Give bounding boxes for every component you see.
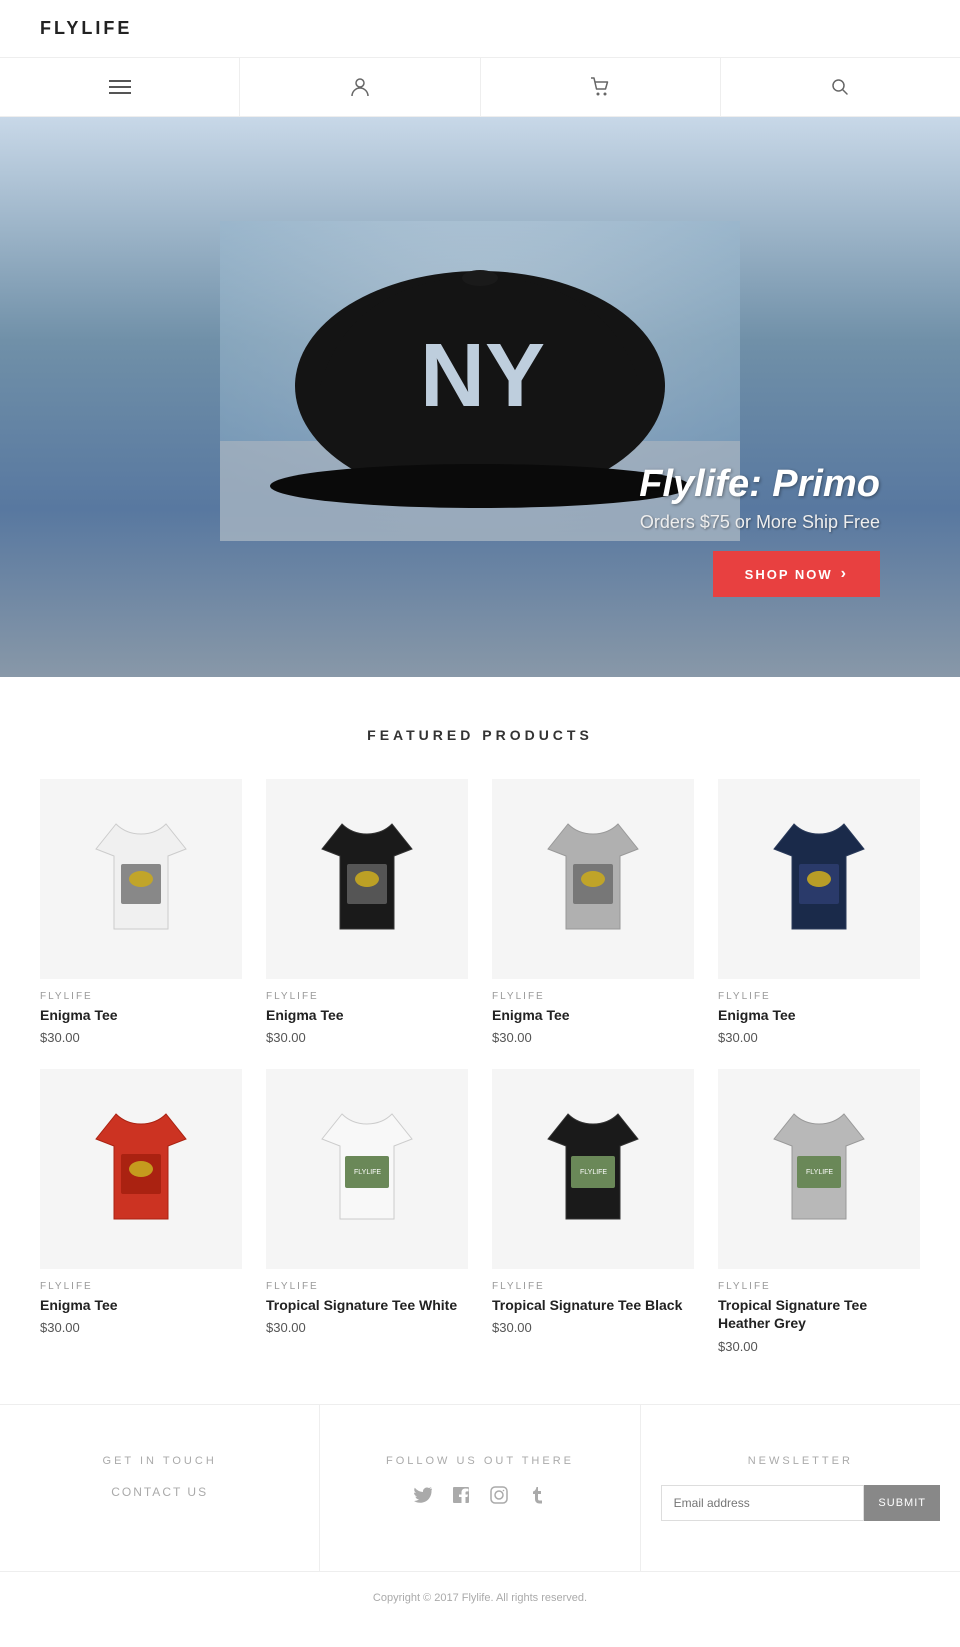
- svg-text:FLYLIFE: FLYLIFE: [806, 1169, 833, 1176]
- product-price-3: $30.00: [492, 1030, 694, 1045]
- hero-section: NY Flylife: Primo Orders $75 or More Shi…: [0, 117, 960, 677]
- product-brand-2: FLYLIFE: [266, 991, 468, 1002]
- tshirt-svg-black: [312, 814, 422, 944]
- shop-now-button[interactable]: ShOP NOW ›: [713, 551, 880, 597]
- footer-newsletter-heading: NEWSLETTER: [661, 1455, 940, 1467]
- copyright: Copyright © 2017 Flylife. All rights res…: [0, 1571, 960, 1624]
- product-name-3: Enigma Tee: [492, 1006, 694, 1024]
- svg-text:NY: NY: [420, 326, 545, 426]
- newsletter-form: SUBMIT: [661, 1485, 940, 1521]
- product-price-8: $30.00: [718, 1339, 920, 1354]
- product-name-8: Tropical Signature Tee Heather Grey: [718, 1296, 920, 1332]
- product-image-6: FLYLIFE: [266, 1069, 468, 1269]
- svg-text:FLYLIFE: FLYLIFE: [354, 1169, 381, 1176]
- product-brand-1: FLYLIFE: [40, 991, 242, 1002]
- account-icon: [349, 76, 371, 98]
- product-name-6: Tropical Signature Tee White: [266, 1296, 468, 1314]
- email-input[interactable]: [661, 1485, 865, 1521]
- product-price-1: $30.00: [40, 1030, 242, 1045]
- product-name-2: Enigma Tee: [266, 1006, 468, 1024]
- contact-us-link[interactable]: CONTACT US: [20, 1485, 299, 1499]
- product-card-7[interactable]: FLYLIFE FLYLIFE Tropical Signature Tee B…: [492, 1069, 694, 1353]
- product-image-3: [492, 779, 694, 979]
- product-price-6: $30.00: [266, 1320, 468, 1335]
- product-card-4[interactable]: FLYLIFE Enigma Tee $30.00: [718, 779, 920, 1045]
- products-grid: FLYLIFE Enigma Tee $30.00 FLYLIFE Enigma…: [40, 779, 920, 1354]
- product-card-1[interactable]: FLYLIFE Enigma Tee $30.00: [40, 779, 242, 1045]
- submit-button[interactable]: SUBMIT: [864, 1485, 940, 1521]
- shop-now-label: ShOP NOW: [745, 567, 833, 582]
- social-links: [340, 1485, 619, 1511]
- featured-products-section: FEATURED PRODUCTS FLYLIFE Enigma Tee $30…: [0, 677, 960, 1404]
- product-card-2[interactable]: FLYLIFE Enigma Tee $30.00: [266, 779, 468, 1045]
- arrow-icon: ›: [841, 565, 848, 583]
- footer-contact-heading: GET IN TOUCH: [20, 1455, 299, 1467]
- facebook-icon[interactable]: [451, 1485, 471, 1511]
- product-card-8[interactable]: FLYLIFE FLYLIFE Tropical Signature Tee H…: [718, 1069, 920, 1353]
- tshirt-svg-white: [86, 814, 196, 944]
- footer-social-col: FOLLOW US OUT THERE: [320, 1405, 640, 1571]
- tshirt-svg-tropical-black: FLYLIFE: [538, 1104, 648, 1234]
- product-price-2: $30.00: [266, 1030, 468, 1045]
- hero-content: Flylife: Primo Orders $75 or More Ship F…: [639, 463, 880, 597]
- product-brand-8: FLYLIFE: [718, 1281, 920, 1292]
- product-card-3[interactable]: FLYLIFE Enigma Tee $30.00: [492, 779, 694, 1045]
- svg-text:FLYLIFE: FLYLIFE: [580, 1169, 607, 1176]
- product-image-8: FLYLIFE: [718, 1069, 920, 1269]
- product-name-4: Enigma Tee: [718, 1006, 920, 1024]
- product-brand-3: FLYLIFE: [492, 991, 694, 1002]
- product-card-5[interactable]: FLYLIFE Enigma Tee $30.00: [40, 1069, 242, 1353]
- product-brand-6: FLYLIFE: [266, 1281, 468, 1292]
- tshirt-svg-tropical-white: FLYLIFE: [312, 1104, 422, 1234]
- footer-columns: GET IN TOUCH CONTACT US FOLLOW US OUT TH…: [0, 1404, 960, 1571]
- product-price-4: $30.00: [718, 1030, 920, 1045]
- product-image-1: [40, 779, 242, 979]
- product-name-5: Enigma Tee: [40, 1296, 242, 1314]
- footer: GET IN TOUCH CONTACT US FOLLOW US OUT TH…: [0, 1404, 960, 1624]
- footer-social-heading: FOLLOW US OUT THERE: [340, 1455, 619, 1467]
- product-card-6[interactable]: FLYLIFE FLYLIFE Tropical Signature Tee W…: [266, 1069, 468, 1353]
- instagram-icon[interactable]: [489, 1485, 509, 1511]
- product-image-5: [40, 1069, 242, 1269]
- nav-menu[interactable]: [0, 58, 240, 116]
- search-icon: [830, 77, 850, 97]
- hero-subtitle: Orders $75 or More Ship Free: [639, 512, 880, 533]
- cart-icon: [589, 76, 611, 98]
- footer-contact-col: GET IN TOUCH CONTACT US: [0, 1405, 320, 1571]
- product-image-7: FLYLIFE: [492, 1069, 694, 1269]
- product-name-7: Tropical Signature Tee Black: [492, 1296, 694, 1314]
- nav-account[interactable]: [240, 58, 480, 116]
- twitter-icon[interactable]: [413, 1485, 433, 1511]
- product-name-1: Enigma Tee: [40, 1006, 242, 1024]
- product-image-2: [266, 779, 468, 979]
- nav-bar: [0, 58, 960, 117]
- tshirt-svg-tropical-grey: FLYLIFE: [764, 1104, 874, 1234]
- logo[interactable]: FLYLIFE: [40, 18, 132, 39]
- featured-products-title: FEATURED PRODUCTS: [40, 727, 920, 743]
- nav-search[interactable]: [721, 58, 960, 116]
- product-brand-5: FLYLIFE: [40, 1281, 242, 1292]
- product-brand-7: FLYLIFE: [492, 1281, 694, 1292]
- footer-newsletter-col: NEWSLETTER SUBMIT: [641, 1405, 960, 1571]
- tshirt-svg-red: [86, 1104, 196, 1234]
- product-image-4: [718, 779, 920, 979]
- tshirt-svg-grey: [538, 814, 648, 944]
- product-brand-4: FLYLIFE: [718, 991, 920, 1002]
- hero-title: Flylife: Primo: [639, 463, 880, 506]
- tumblr-icon[interactable]: [527, 1485, 547, 1511]
- nav-cart[interactable]: [481, 58, 721, 116]
- hamburger-icon: [109, 80, 131, 94]
- product-price-5: $30.00: [40, 1320, 242, 1335]
- site-header: FLYLIFE: [0, 0, 960, 58]
- product-price-7: $30.00: [492, 1320, 694, 1335]
- tshirt-svg-navy: [764, 814, 874, 944]
